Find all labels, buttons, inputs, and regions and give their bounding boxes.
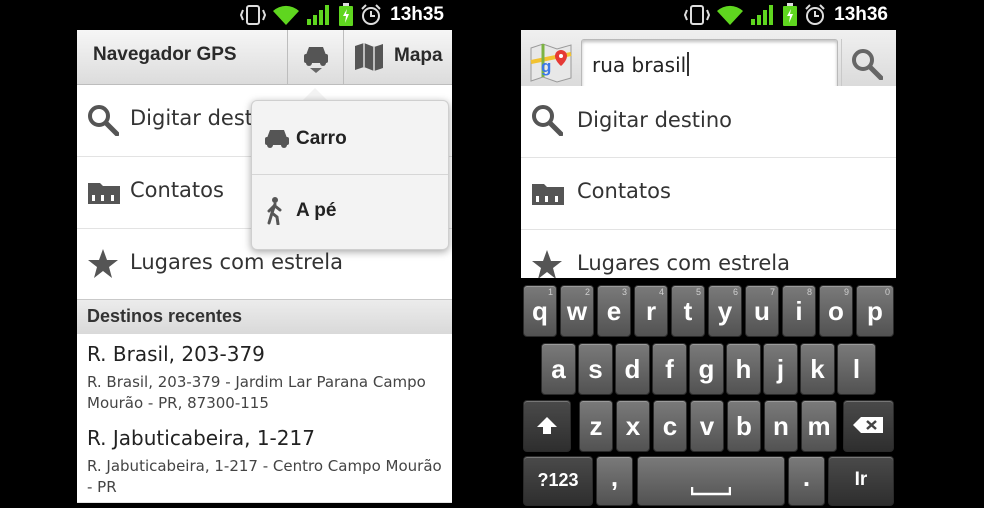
google-maps-icon: g [529,42,573,88]
key-v[interactable]: v [690,400,724,452]
signal-icon [750,4,776,26]
page-title: Navegador GPS [93,44,237,65]
shift-key[interactable] [523,400,571,452]
key-a[interactable]: a [541,343,576,395]
key-b[interactable]: b [727,400,761,452]
recent-destination-item[interactable]: R. Brasil, 203-379 R. Brasil, 203-379 - … [77,334,452,419]
backspace-key[interactable] [843,400,894,452]
vibrate-icon [240,4,267,26]
menu-item-label: Contatos [577,179,671,203]
key-q[interactable]: 1q [523,285,557,337]
wifi-icon [716,4,744,26]
space-key[interactable] [637,456,785,506]
comma-key[interactable]: , [596,456,633,506]
travel-mode-button[interactable] [287,30,344,84]
destination-options: Digitar destino Contatos Lugares com est… [521,86,896,302]
key-l[interactable]: l [837,343,876,395]
key-f[interactable]: f [652,343,687,395]
recent-destination-title: R. Jabuticabeira, 1-217 [87,426,315,450]
action-bar: Navegador GPS Mapa [77,30,452,85]
map-button-label: Mapa [394,45,443,66]
left-screen: 13h35 Navegador GPS Mapa Digitar destino [77,0,452,508]
car-icon [265,130,289,148]
key-p[interactable]: 0p [856,285,894,337]
symbols-key[interactable]: ?123 [523,456,593,506]
menu-item-label: Digitar destino [577,108,732,132]
status-bar: 13h35 [77,0,452,30]
soft-keyboard: 1q 2w 3e 4r 5t 6y 7u 8i 9o 0p a s d f g … [521,278,896,508]
car-icon [304,47,328,73]
right-screen: 13h36 g rua brasil Digitar destino Conta… [521,0,896,508]
popup-arrow [303,88,327,100]
key-w[interactable]: 2w [560,285,594,337]
key-z[interactable]: z [579,400,613,452]
key-d[interactable]: d [615,343,650,395]
text-cursor [687,52,690,76]
menu-item-label: Lugares com estrela [577,251,790,275]
recent-destination-address: R. Brasil, 203-379 - Jardim Lar Parana C… [87,373,426,412]
section-header-recent: Destinos recentes [77,299,452,335]
alarm-icon [360,4,382,26]
key-o[interactable]: 9o [819,285,853,337]
alarm-icon [804,4,826,26]
status-time: 13h35 [390,4,444,25]
search-input-value: rua brasil [592,53,687,77]
key-t[interactable]: 5t [671,285,705,337]
walk-icon [267,197,282,225]
key-m[interactable]: m [801,400,837,452]
menu-item-enter-destination[interactable]: Digitar destino [521,86,896,158]
menu-item-contacts[interactable]: Contatos [521,158,896,230]
star-icon [87,248,119,284]
key-s[interactable]: s [578,343,613,395]
recent-destination-item[interactable]: R. Jabuticabeira, 1-217 R. Jabuticabeira… [77,418,452,503]
key-c[interactable]: c [653,400,687,452]
recent-destination-title: R. Brasil, 203-379 [87,342,265,366]
battery-icon [782,3,798,27]
menu-item-label: Lugares com estrela [130,250,343,274]
key-h[interactable]: h [726,343,761,395]
key-y[interactable]: 6y [708,285,742,337]
key-k[interactable]: k [800,343,835,395]
status-time: 13h36 [834,4,888,25]
space-icon [691,487,731,496]
map-button[interactable]: Mapa [343,30,452,84]
wifi-icon [272,4,300,26]
go-key[interactable]: Ir [828,456,894,506]
svg-text:g: g [541,57,551,76]
search-icon [87,104,120,140]
vibrate-icon [684,4,711,26]
search-input[interactable]: rua brasil [581,39,838,89]
folder-icon [87,176,121,210]
key-j[interactable]: j [763,343,798,395]
travel-mode-popup: Carro A pé [251,100,449,250]
folder-icon [531,177,565,211]
status-bar: 13h36 [521,0,896,30]
signal-icon [306,4,332,26]
travel-mode-label: Carro [296,128,347,149]
key-x[interactable]: x [616,400,650,452]
key-g[interactable]: g [689,343,724,395]
menu-item-label: Contatos [130,178,224,202]
shift-icon [537,417,557,434]
search-button[interactable] [841,39,890,87]
travel-mode-car[interactable]: Carro [252,101,448,173]
period-key[interactable]: . [788,456,825,506]
search-icon [852,49,883,80]
travel-mode-label: A pé [296,200,337,221]
section-title: Destinos recentes [87,306,243,326]
key-u[interactable]: 7u [745,285,779,337]
key-e[interactable]: 3e [597,285,631,337]
travel-mode-walk[interactable]: A pé [252,175,448,247]
search-icon [531,104,564,140]
battery-icon [338,3,354,27]
backspace-icon [853,417,883,433]
recent-destination-address: R. Jabuticabeira, 1-217 - Centro Campo M… [87,457,442,496]
key-i[interactable]: 8i [782,285,816,337]
map-icon [355,43,383,71]
key-r[interactable]: 4r [634,285,668,337]
key-n[interactable]: n [764,400,798,452]
